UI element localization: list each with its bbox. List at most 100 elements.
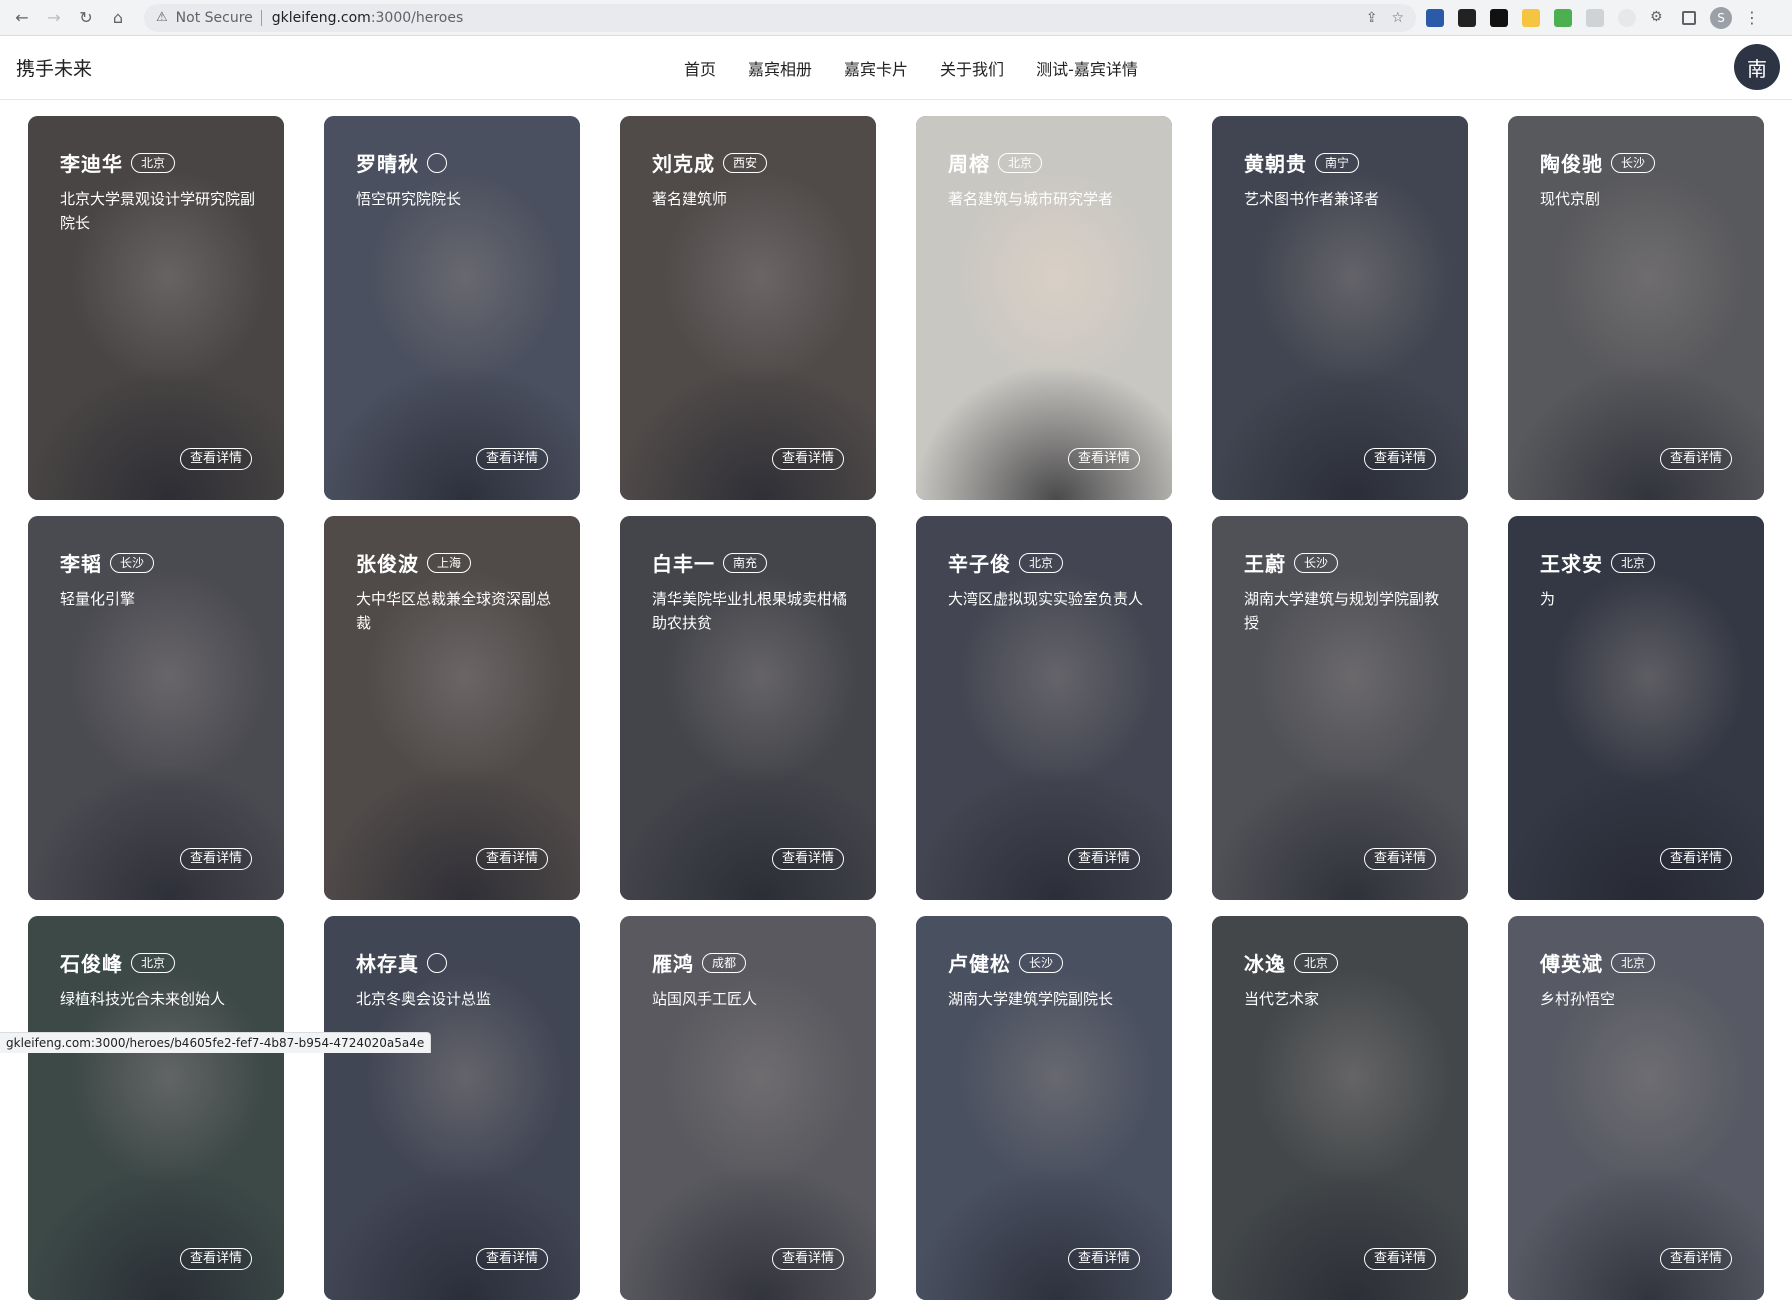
view-detail-button[interactable]: 查看详情 (1068, 1248, 1140, 1270)
view-detail-button[interactable]: 查看详情 (180, 1248, 252, 1270)
hero-card[interactable]: 林存真北京冬奥会设计总监查看详情 (324, 916, 580, 1300)
reload-icon[interactable]: ↻ (74, 6, 98, 30)
view-detail-button[interactable]: 查看详情 (772, 848, 844, 870)
view-detail-button[interactable]: 查看详情 (1660, 1248, 1732, 1270)
view-detail-button[interactable]: 查看详情 (1364, 1248, 1436, 1270)
hero-info: 白丰一南充清华美院毕业扎根果城卖柑橘助农扶贫 (652, 548, 852, 635)
extension-gray-icon[interactable] (1586, 9, 1604, 27)
hero-card[interactable]: 李迪华北京北京大学景观设计学研究院副院长查看详情 (28, 116, 284, 500)
hero-info: 卢健松长沙湖南大学建筑学院副院长 (948, 948, 1148, 1011)
hero-name-row: 陶俊驰长沙 (1540, 148, 1740, 177)
home-icon[interactable]: ⌂ (106, 6, 130, 30)
side-panel-icon[interactable] (1682, 11, 1696, 25)
nav-about[interactable]: 关于我们 (940, 56, 1004, 80)
omnibox-divider (261, 10, 262, 26)
forward-icon[interactable]: → (42, 6, 66, 30)
nav-test-detail[interactable]: 测试-嘉宾详情 (1036, 56, 1138, 80)
hero-name: 傅英斌 (1540, 948, 1603, 977)
hero-name-row: 罗晴秋 (356, 148, 556, 177)
view-detail-button[interactable]: 查看详情 (476, 448, 548, 470)
hero-card[interactable]: 罗晴秋悟空研究院院长查看详情 (324, 116, 580, 500)
extension-dark-icon[interactable] (1458, 9, 1476, 27)
back-icon[interactable]: ← (10, 6, 34, 30)
extensions-bar: ⚙ S ⋮ (1426, 6, 1772, 30)
nav-home[interactable]: 首页 (684, 56, 716, 80)
view-detail-button[interactable]: 查看详情 (1364, 848, 1436, 870)
hero-title: 湖南大学建筑与规划学院副教授 (1244, 587, 1444, 635)
hero-title: 艺术图书作者兼译者 (1244, 187, 1444, 211)
extension-mask-icon[interactable] (1490, 9, 1508, 27)
site-header: 携手未来 首页 嘉宾相册 嘉宾卡片 关于我们 测试-嘉宾详情 南 (0, 36, 1792, 100)
hero-title: 站国风手工匠人 (652, 987, 852, 1011)
hero-card[interactable]: 黄朝贵南宁艺术图书作者兼译者查看详情 (1212, 116, 1468, 500)
view-detail-button[interactable]: 查看详情 (1364, 448, 1436, 470)
city-badge: 长沙 (1611, 153, 1655, 173)
hero-card[interactable]: 王求安北京为查看详情 (1508, 516, 1764, 900)
hero-card[interactable]: 雁鸿成都站国风手工匠人查看详情 (620, 916, 876, 1300)
view-detail-button[interactable]: 查看详情 (1660, 848, 1732, 870)
nav-album[interactable]: 嘉宾相册 (748, 56, 812, 80)
view-detail-button[interactable]: 查看详情 (1068, 848, 1140, 870)
share-icon[interactable]: ⇪ (1366, 10, 1378, 26)
user-avatar[interactable]: 南 (1734, 44, 1780, 90)
hero-title: 大中华区总裁兼全球资深副总裁 (356, 587, 556, 635)
hero-card[interactable]: 石俊峰北京绿植科技光合未来创始人查看详情 (28, 916, 284, 1300)
hero-title: 清华美院毕业扎根果城卖柑橘助农扶贫 (652, 587, 852, 635)
hero-card[interactable]: 白丰一南充清华美院毕业扎根果城卖柑橘助农扶贫查看详情 (620, 516, 876, 900)
view-detail-button[interactable]: 查看详情 (1660, 448, 1732, 470)
extension-color-icon[interactable] (1522, 9, 1540, 27)
hero-title: 大湾区虚拟现实实验室负责人 (948, 587, 1148, 611)
city-badge: 南充 (723, 553, 767, 573)
hero-name-row: 傅英斌北京 (1540, 948, 1740, 977)
hero-info: 陶俊驰长沙现代京剧 (1540, 148, 1740, 211)
hero-info: 辛子俊北京大湾区虚拟现实实验室负责人 (948, 548, 1148, 611)
hero-name-row: 张俊波上海 (356, 548, 556, 577)
hero-card[interactable]: 周榕北京著名建筑与城市研究学者查看详情 (916, 116, 1172, 500)
hero-card[interactable]: 陶俊驰长沙现代京剧查看详情 (1508, 116, 1764, 500)
hero-card[interactable]: 卢健松长沙湖南大学建筑学院副院长查看详情 (916, 916, 1172, 1300)
hero-card[interactable]: 刘克成西安著名建筑师查看详情 (620, 116, 876, 500)
puzzle-icon[interactable]: ⚙ (1650, 9, 1668, 27)
view-detail-button[interactable]: 查看详情 (476, 1248, 548, 1270)
profile-avatar[interactable]: S (1710, 7, 1732, 29)
hero-name-row: 林存真 (356, 948, 556, 977)
city-badge: 北京 (998, 153, 1042, 173)
hero-card[interactable]: 傅英斌北京乡村孙悟空查看详情 (1508, 916, 1764, 1300)
extension-download-icon[interactable] (1426, 9, 1444, 27)
view-detail-button[interactable]: 查看详情 (772, 448, 844, 470)
view-detail-button[interactable]: 查看详情 (180, 448, 252, 470)
hero-info: 冰逸北京当代艺术家 (1244, 948, 1444, 1011)
hero-name: 卢健松 (948, 948, 1011, 977)
nav-cards[interactable]: 嘉宾卡片 (844, 56, 908, 80)
city-badge: 北京 (131, 153, 175, 173)
hero-name-row: 辛子俊北京 (948, 548, 1148, 577)
url-host: gkleifeng.com (272, 10, 371, 26)
hero-name: 黄朝贵 (1244, 148, 1307, 177)
hero-info: 刘克成西安著名建筑师 (652, 148, 852, 211)
hero-card[interactable]: 辛子俊北京大湾区虚拟现实实验室负责人查看详情 (916, 516, 1172, 900)
extension-round-icon[interactable] (1618, 9, 1636, 27)
hero-card[interactable]: 王蔚长沙湖南大学建筑与规划学院副教授查看详情 (1212, 516, 1468, 900)
bookmark-star-icon[interactable]: ☆ (1391, 10, 1404, 26)
view-detail-button[interactable]: 查看详情 (180, 848, 252, 870)
hero-name: 冰逸 (1244, 948, 1286, 977)
hero-name-row: 卢健松长沙 (948, 948, 1148, 977)
view-detail-button[interactable]: 查看详情 (772, 1248, 844, 1270)
hero-info: 林存真北京冬奥会设计总监 (356, 948, 556, 1011)
city-badge: 北京 (131, 953, 175, 973)
url-path: :3000/heroes (371, 10, 463, 26)
hero-card[interactable]: 李韬长沙轻量化引擎查看详情 (28, 516, 284, 900)
view-detail-button[interactable]: 查看详情 (1068, 448, 1140, 470)
hero-name-row: 白丰一南充 (652, 548, 852, 577)
hero-name: 周榕 (948, 148, 990, 177)
view-detail-button[interactable]: 查看详情 (476, 848, 548, 870)
hero-name: 石俊峰 (60, 948, 123, 977)
hero-card[interactable]: 张俊波上海大中华区总裁兼全球资深副总裁查看详情 (324, 516, 580, 900)
extension-green-icon[interactable] (1554, 9, 1572, 27)
menu-dots-icon[interactable]: ⋮ (1740, 6, 1764, 30)
hero-info: 王求安北京为 (1540, 548, 1740, 611)
address-bar[interactable]: ⚠ Not Secure gkleifeng.com:3000/heroes ⇪… (144, 4, 1416, 32)
hero-card[interactable]: 冰逸北京当代艺术家查看详情 (1212, 916, 1468, 1300)
hero-name-row: 黄朝贵南宁 (1244, 148, 1444, 177)
brand-logo[interactable]: 携手未来 (16, 54, 92, 81)
